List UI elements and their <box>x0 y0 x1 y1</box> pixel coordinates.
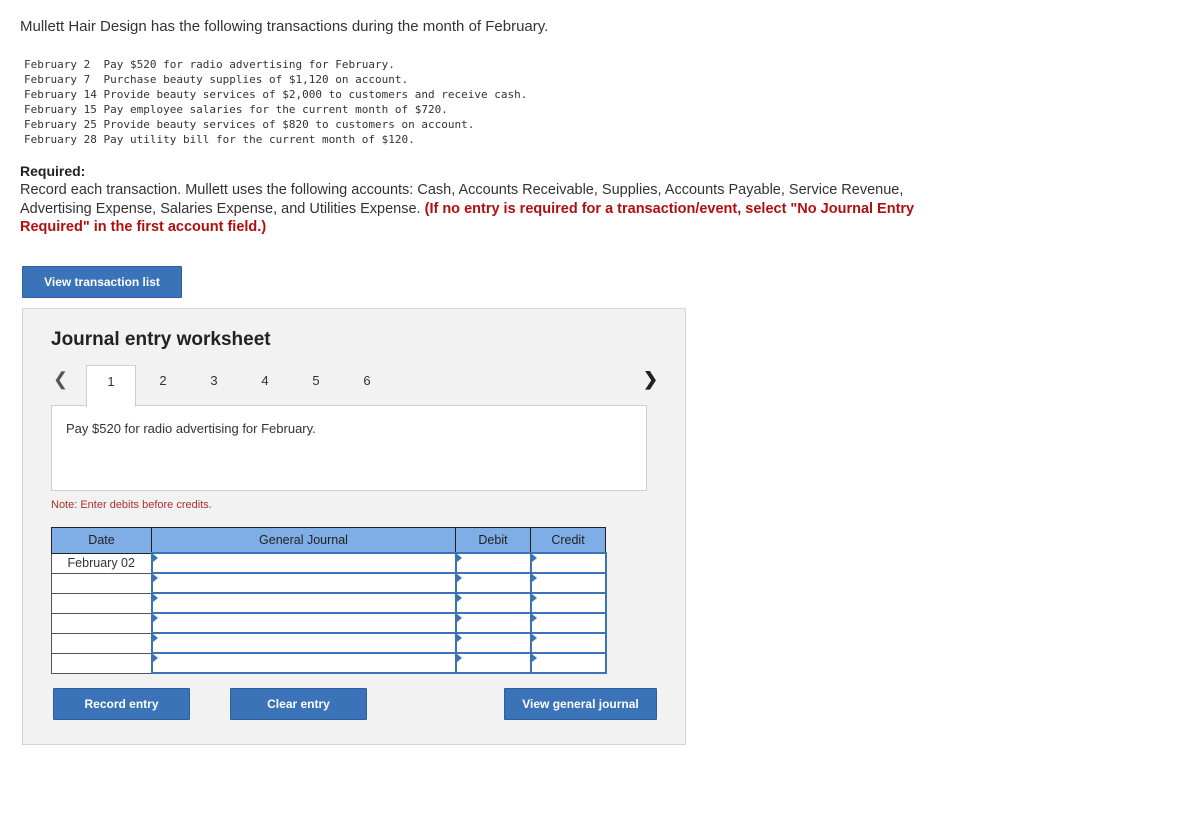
debit-input[interactable] <box>454 612 532 634</box>
view-transaction-list-button[interactable]: View transaction list <box>22 266 182 298</box>
view-general-journal-button[interactable]: View general journal <box>504 688 657 720</box>
tab-5[interactable]: 5 <box>291 365 341 405</box>
dropdown-marker-icon <box>456 574 462 582</box>
dropdown-marker-icon <box>531 574 537 582</box>
dropdown-marker-icon <box>531 554 537 562</box>
column-header-date: Date <box>51 527 152 554</box>
dropdown-marker-icon <box>531 634 537 642</box>
account-select[interactable] <box>150 552 457 574</box>
chevron-left-icon[interactable]: ❮ <box>53 369 68 390</box>
dropdown-marker-icon <box>152 594 158 602</box>
record-entry-button[interactable]: Record entry <box>53 688 190 720</box>
transaction-item: February 15 Pay employee salaries for th… <box>24 103 448 116</box>
date-cell[interactable] <box>51 592 152 614</box>
column-header-general-journal: General Journal <box>151 527 456 554</box>
transaction-item: February 25 Provide beauty services of $… <box>24 118 475 131</box>
tab-2[interactable]: 2 <box>138 365 188 405</box>
credit-input[interactable] <box>529 652 607 674</box>
debit-input[interactable] <box>454 632 532 654</box>
required-instructions: Record each transaction. Mullett uses th… <box>20 181 960 237</box>
tab-3[interactable]: 3 <box>189 365 239 405</box>
table-row <box>51 632 607 654</box>
worksheet-title: Journal entry worksheet <box>51 329 271 350</box>
transaction-item: February 2 Pay $520 for radio advertisin… <box>24 58 395 71</box>
credit-input[interactable] <box>529 552 607 574</box>
column-header-debit: Debit <box>455 527 531 554</box>
tab-4[interactable]: 4 <box>240 365 290 405</box>
table-row <box>51 612 607 634</box>
transaction-description-text: Pay $520 for radio advertising for Febru… <box>66 421 316 436</box>
debit-input[interactable] <box>454 552 532 574</box>
tab-6[interactable]: 6 <box>342 365 392 405</box>
dropdown-marker-icon <box>456 594 462 602</box>
date-cell[interactable] <box>51 572 152 594</box>
dropdown-marker-icon <box>152 654 158 662</box>
debit-input[interactable] <box>454 592 532 614</box>
journal-entry-worksheet: Journal entry worksheet ❮ ❯ 1 2 3 4 5 6 … <box>22 308 686 745</box>
required-heading: Required: <box>20 163 86 179</box>
credit-input[interactable] <box>529 592 607 614</box>
debit-input[interactable] <box>454 572 532 594</box>
transaction-description: Pay $520 for radio advertising for Febru… <box>51 405 647 491</box>
dropdown-marker-icon <box>152 634 158 642</box>
debit-input[interactable] <box>454 652 532 674</box>
column-header-credit: Credit <box>530 527 606 554</box>
credit-input[interactable] <box>529 572 607 594</box>
dropdown-marker-icon <box>531 594 537 602</box>
dropdown-marker-icon <box>531 654 537 662</box>
account-select[interactable] <box>150 612 457 634</box>
transaction-item: February 7 Purchase beauty supplies of $… <box>24 73 409 86</box>
chevron-right-icon[interactable]: ❯ <box>643 369 658 390</box>
dropdown-marker-icon <box>152 614 158 622</box>
account-select[interactable] <box>150 652 457 674</box>
date-cell[interactable]: February 02 <box>51 552 152 574</box>
tab-1[interactable]: 1 <box>86 365 136 407</box>
account-select[interactable] <box>150 592 457 614</box>
table-row <box>51 652 607 674</box>
credit-input[interactable] <box>529 612 607 634</box>
transaction-item: February 28 Pay utility bill for the cur… <box>24 133 415 146</box>
dropdown-marker-icon <box>456 654 462 662</box>
credit-input[interactable] <box>529 632 607 654</box>
dropdown-marker-icon <box>456 634 462 642</box>
dropdown-marker-icon <box>152 574 158 582</box>
date-cell[interactable] <box>51 612 152 634</box>
clear-entry-button[interactable]: Clear entry <box>230 688 367 720</box>
entry-note: Note: Enter debits before credits. <box>51 499 212 511</box>
dropdown-marker-icon <box>152 554 158 562</box>
intro-text: Mullett Hair Design has the following tr… <box>20 18 549 35</box>
date-cell[interactable] <box>51 652 152 674</box>
table-row <box>51 592 607 614</box>
dropdown-marker-icon <box>456 554 462 562</box>
date-cell[interactable] <box>51 632 152 654</box>
transaction-list: February 2 Pay $520 for radio advertisin… <box>24 57 527 147</box>
dropdown-marker-icon <box>456 614 462 622</box>
account-select[interactable] <box>150 632 457 654</box>
account-select[interactable] <box>150 572 457 594</box>
table-row: February 02 <box>51 552 607 574</box>
transaction-item: February 14 Provide beauty services of $… <box>24 88 528 101</box>
table-row <box>51 572 607 594</box>
journal-table: Date General Journal Debit Credit Februa… <box>51 527 607 674</box>
dropdown-marker-icon <box>531 614 537 622</box>
